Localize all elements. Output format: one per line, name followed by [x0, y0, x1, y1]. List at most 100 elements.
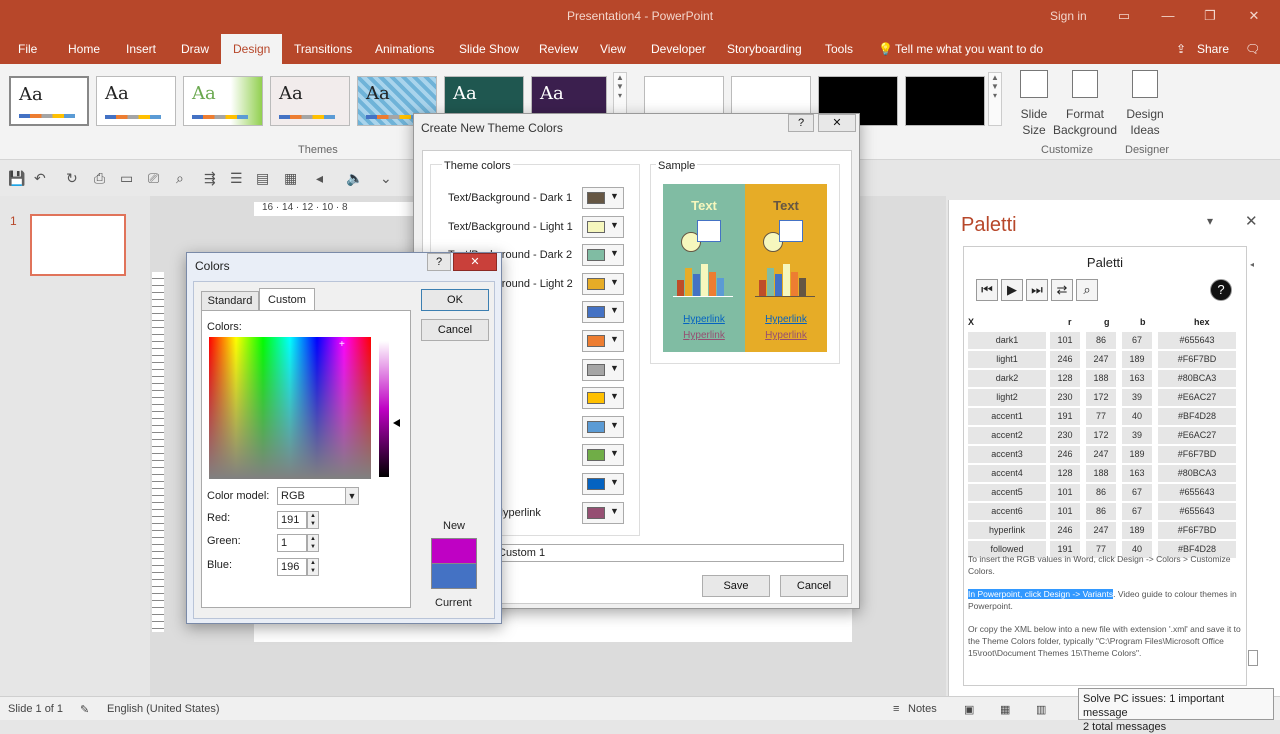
- scrollbar[interactable]: [1246, 247, 1247, 686]
- green-input[interactable]: 1: [277, 534, 307, 552]
- align-icon[interactable]: ⇶: [204, 170, 216, 187]
- luminance-slider[interactable]: [379, 341, 389, 477]
- theme-color-dropdown[interactable]: ▼: [582, 301, 624, 324]
- sorter-view-icon[interactable]: ▦: [1000, 703, 1010, 716]
- redo-icon[interactable]: ↻: [66, 170, 78, 187]
- share-button[interactable]: Share: [1197, 42, 1229, 56]
- theme-color-dropdown[interactable]: ▼: [582, 387, 624, 410]
- normal-view-icon[interactable]: ▣: [964, 703, 974, 716]
- comments-icon[interactable]: 🗨: [1245, 42, 1260, 56]
- color-spectrum[interactable]: [209, 337, 371, 479]
- red-stepper[interactable]: ▲ ▼: [307, 511, 319, 529]
- blue-stepper[interactable]: ▲ ▼: [307, 558, 319, 576]
- tab-slide-show[interactable]: Slide Show: [459, 42, 519, 56]
- presenter-icon[interactable]: ⎚: [148, 170, 159, 187]
- tab-review[interactable]: Review: [539, 42, 578, 56]
- customize-group-label: Customize: [1041, 144, 1093, 156]
- tab-tools[interactable]: Tools: [825, 42, 853, 56]
- help-button[interactable]: ?: [427, 253, 451, 271]
- tab-custom[interactable]: Custom: [259, 288, 315, 311]
- spellcheck-icon[interactable]: ✎: [80, 703, 89, 716]
- sign-in-link[interactable]: Sign in: [1050, 9, 1087, 23]
- first-icon[interactable]: ⏮: [976, 279, 998, 301]
- theme-facet[interactable]: Aa: [183, 76, 263, 126]
- preview-icon[interactable]: ⌕: [176, 170, 184, 187]
- theme-color-dropdown[interactable]: ▼: [582, 330, 624, 352]
- tab-insert[interactable]: Insert: [126, 42, 156, 56]
- close-icon[interactable]: ✕: [453, 253, 497, 271]
- theme-color-dropdown[interactable]: ▼: [582, 272, 624, 295]
- dropdown-arrow-icon[interactable]: ▼: [345, 488, 358, 504]
- theme-color-dropdown[interactable]: ▼: [582, 473, 624, 495]
- format-background-button[interactable]: Format Background: [1052, 106, 1118, 138]
- variants-scroll[interactable]: ▲ ▼ ▾: [988, 72, 1002, 126]
- tab-view[interactable]: View: [600, 42, 626, 56]
- cancel-button[interactable]: Cancel: [421, 319, 489, 341]
- green-stepper[interactable]: ▲ ▼: [307, 534, 319, 552]
- theme-office[interactable]: Aa: [9, 76, 89, 126]
- pane-close-icon[interactable]: ✕: [1245, 212, 1258, 230]
- format-icon[interactable]: ▤: [256, 170, 269, 187]
- close-icon[interactable]: ✕: [818, 114, 856, 132]
- language-indicator[interactable]: English (United States): [107, 703, 220, 715]
- play-icon[interactable]: ▶: [1001, 279, 1023, 301]
- reading-view-icon[interactable]: ▥: [1036, 703, 1046, 716]
- tab-transitions[interactable]: Transitions: [294, 42, 352, 56]
- print-icon[interactable]: ⎙: [94, 170, 105, 187]
- distribute-icon[interactable]: ☰: [230, 170, 243, 187]
- scroll-thumb[interactable]: [1248, 650, 1258, 666]
- red-input[interactable]: 191: [277, 511, 307, 529]
- help-icon[interactable]: ?: [1210, 279, 1232, 301]
- theme-color-dropdown[interactable]: ▼: [582, 501, 624, 524]
- more-icon[interactable]: ⌄: [380, 170, 392, 187]
- cell-hex: #655643: [1158, 484, 1236, 501]
- theme-color-dropdown[interactable]: ▼: [582, 358, 624, 381]
- save-button[interactable]: Save: [702, 575, 770, 597]
- luminance-arrow-icon[interactable]: [393, 419, 400, 427]
- tab-animations[interactable]: Animations: [375, 42, 434, 56]
- theme-integral[interactable]: Aa: [270, 76, 350, 126]
- theme-color-dropdown[interactable]: ▼: [582, 187, 624, 209]
- name-field[interactable]: Custom 1: [494, 544, 844, 562]
- shuffle-icon[interactable]: ⇄: [1051, 279, 1073, 301]
- design-ideas-button[interactable]: Design Ideas: [1122, 106, 1168, 138]
- slide-size-button[interactable]: Slide Size: [1014, 106, 1054, 138]
- tab-storyboarding[interactable]: Storyboarding: [727, 42, 802, 56]
- tab-file[interactable]: File: [18, 42, 37, 56]
- close-icon[interactable]: ✕: [1244, 8, 1264, 24]
- notification-tooltip[interactable]: Solve PC issues: 1 important message 2 t…: [1078, 688, 1274, 733]
- pane-options-icon[interactable]: ▾: [1207, 214, 1213, 228]
- slide-thumbnail-1[interactable]: [30, 214, 126, 276]
- ok-button[interactable]: OK: [421, 289, 489, 311]
- pointer-icon[interactable]: ◂: [316, 170, 323, 187]
- theme-2[interactable]: Aa: [96, 76, 176, 126]
- spectrum-crosshair-icon[interactable]: +: [339, 339, 347, 350]
- scroll-up-icon[interactable]: ◂: [1250, 260, 1254, 269]
- blue-input[interactable]: 196: [277, 558, 307, 576]
- theme-color-dropdown[interactable]: ▼: [582, 415, 624, 438]
- slide-icon[interactable]: ▭: [120, 170, 133, 187]
- tab-standard[interactable]: Standard: [201, 291, 259, 311]
- theme-color-dropdown[interactable]: ▼: [582, 215, 624, 238]
- ribbon-display-icon[interactable]: ▭: [1114, 8, 1134, 24]
- minimize-icon[interactable]: —: [1158, 8, 1178, 24]
- search-icon[interactable]: ⌕: [1076, 279, 1098, 301]
- layout-icon[interactable]: ▦: [284, 170, 297, 187]
- red-label: Red:: [207, 512, 231, 524]
- tab-design[interactable]: Design: [221, 34, 283, 64]
- cancel-button[interactable]: Cancel: [780, 575, 848, 597]
- last-icon[interactable]: ⏭: [1026, 279, 1048, 301]
- audio-icon[interactable]: 🔈: [346, 170, 363, 187]
- help-button[interactable]: ?: [788, 114, 814, 132]
- tab-developer[interactable]: Developer: [651, 42, 706, 56]
- save-icon[interactable]: 💾: [8, 170, 25, 187]
- tab-draw[interactable]: Draw: [181, 42, 209, 56]
- tell-me-search[interactable]: Tell me what you want to do: [895, 42, 1043, 56]
- tab-home[interactable]: Home: [68, 42, 100, 56]
- undo-icon[interactable]: ↶: [34, 170, 46, 187]
- variant-4[interactable]: [905, 76, 985, 126]
- theme-color-dropdown[interactable]: ▼: [582, 444, 624, 467]
- notes-button[interactable]: Notes: [908, 703, 937, 715]
- theme-color-dropdown[interactable]: ▼: [582, 244, 624, 267]
- restore-icon[interactable]: ❐: [1200, 8, 1220, 24]
